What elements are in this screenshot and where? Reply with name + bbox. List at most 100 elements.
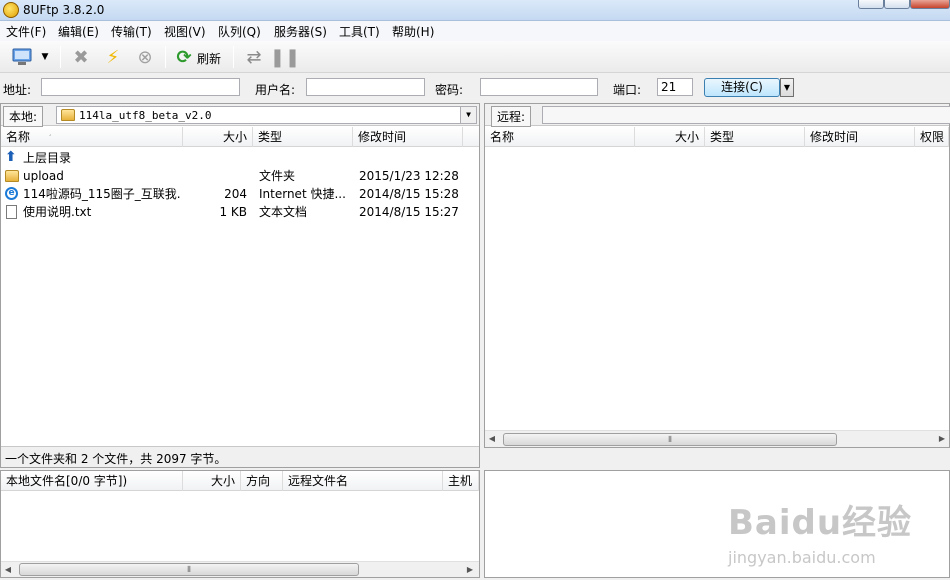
local-path-row: 本地: 114la_utf8_beta_v2.0 ▼ — [1, 104, 479, 127]
local-status-bar: 一个文件夹和 2 个文件，共 2097 字节。 — [1, 446, 479, 467]
scroll-left-icon[interactable]: ◀ — [485, 432, 499, 446]
local-col-modified[interactable]: 修改时间 — [353, 127, 463, 147]
username-label: 用户名: — [255, 83, 296, 97]
chevron-down-icon: ▼ — [466, 110, 471, 119]
scroll-thumb[interactable]: ⦀ — [503, 433, 837, 446]
remote-horizontal-scrollbar[interactable]: ◀ ⦀ ▶ — [485, 430, 949, 447]
connection-bar: 地址: 用户名: 密码: 端口: 21 连接(C) ▼ — [0, 74, 950, 102]
file-name: 使用说明.txt — [23, 205, 92, 219]
menu-bar: 文件(F) 编辑(E) 传输(T) 视图(V) 队列(Q) 服务器(S) 工具(… — [0, 21, 950, 41]
connect-button[interactable]: 连接(C) — [704, 78, 780, 97]
file-size: 204 — [224, 187, 247, 201]
menu-view[interactable]: 视图(V) — [164, 23, 206, 40]
remote-col-modified[interactable]: 修改时间 — [805, 127, 915, 147]
queue-col-remote-name[interactable]: 远程文件名 — [283, 471, 443, 491]
transfer-toggle-button[interactable]: ⇄ — [242, 45, 266, 69]
minimize-button[interactable] — [858, 0, 884, 9]
connect-dropdown[interactable]: ▼ — [780, 78, 794, 97]
local-col-type[interactable]: 类型 — [253, 127, 353, 147]
menu-queue[interactable]: 队列(Q) — [218, 23, 261, 40]
toolbar-separator — [60, 46, 61, 68]
queue-col-host[interactable]: 主机 — [443, 471, 479, 491]
local-header: 名称 ˊ 大小 类型 修改时间 — [1, 127, 479, 147]
queue-horizontal-scrollbar[interactable]: ◀ ⦀ ▶ — [1, 561, 479, 577]
text-file-icon — [6, 205, 17, 219]
file-modified: 2015/1/23 12:28 — [359, 169, 459, 183]
toolbar-separator — [233, 46, 234, 68]
password-input[interactable] — [480, 78, 598, 96]
menu-file[interactable]: 文件(F) — [6, 23, 46, 40]
scroll-right-icon[interactable]: ▶ — [463, 563, 477, 577]
site-manager-dropdown[interactable]: ▼ — [38, 45, 52, 69]
refresh-button[interactable]: ⟳ — [172, 45, 196, 69]
menu-server[interactable]: 服务器(S) — [274, 23, 327, 40]
refresh-icon: ⟳ — [176, 46, 192, 68]
local-path-dropdown[interactable]: ▼ — [460, 107, 476, 123]
local-path-value: 114la_utf8_beta_v2.0 — [79, 109, 212, 122]
chevron-down-icon: ▼ — [783, 83, 791, 92]
file-type: 文件夹 — [259, 169, 296, 183]
baidu-watermark: Baidu经验 jingyan.baidu.com — [728, 495, 912, 567]
scroll-left-icon[interactable]: ◀ — [1, 563, 15, 577]
local-path-combo[interactable]: 114la_utf8_beta_v2.0 ▼ — [56, 106, 477, 124]
pause-button[interactable]: ❚❚ — [269, 45, 301, 69]
menu-edit[interactable]: 编辑(E) — [58, 23, 99, 40]
lightning-icon: ⚡ — [106, 46, 120, 68]
scroll-thumb[interactable]: ⦀ — [19, 563, 359, 576]
remote-col-type[interactable]: 类型 — [705, 127, 805, 147]
menu-tools[interactable]: 工具(T) — [339, 23, 380, 40]
folder-icon — [61, 109, 75, 121]
window-title: 8UFtp 3.8.2.0 — [23, 3, 105, 17]
menu-transfer[interactable]: 传输(T) — [111, 23, 152, 40]
stop-button[interactable]: ⊗ — [133, 45, 157, 69]
table-row[interactable]: e 114啦源码_115圈子_互联我... 204 Internet 快捷...… — [1, 185, 479, 203]
remote-header: 名称 大小 类型 修改时间 权限 — [485, 127, 949, 147]
address-input[interactable] — [41, 78, 240, 96]
file-modified: 2014/8/15 15:28 — [359, 187, 459, 201]
file-size — [183, 167, 247, 185]
port-input[interactable]: 21 — [657, 78, 693, 96]
internet-shortcut-icon: e — [5, 187, 18, 200]
queue-col-local-name[interactable]: 本地文件名[0/0 字节]) — [1, 471, 183, 491]
table-row[interactable]: 使用说明.txt 1 KB 文本文档 2014/8/15 15:27 — [1, 203, 479, 221]
local-label: 本地: — [3, 106, 44, 127]
site-manager-button[interactable] — [10, 45, 34, 69]
remote-col-size[interactable]: 大小 — [635, 127, 705, 147]
refresh-label[interactable]: 刷新 — [197, 50, 221, 67]
pause-icon: ❚❚ — [269, 46, 301, 68]
file-modified: 2014/8/15 15:27 — [359, 205, 459, 219]
file-type: Internet 快捷... — [259, 187, 346, 201]
queue-col-size[interactable]: 大小 — [183, 471, 241, 491]
address-label: 地址: — [3, 83, 32, 97]
close-button[interactable] — [910, 0, 950, 9]
chevron-down-icon: ▼ — [41, 52, 49, 62]
remote-col-permissions[interactable]: 权限 — [915, 127, 949, 147]
remote-path-combo[interactable] — [542, 106, 950, 124]
remote-path-row: 远程: — [485, 104, 950, 127]
local-status-text: 一个文件夹和 2 个文件，共 2097 字节。 — [5, 452, 227, 466]
scroll-right-icon[interactable]: ▶ — [935, 432, 949, 446]
parent-dir-row[interactable]: ⬆ 上层目录 — [1, 149, 479, 167]
maximize-button[interactable] — [884, 0, 910, 9]
local-panel: 本地: 114la_utf8_beta_v2.0 ▼ 名称 ˊ 大小 类型 修改… — [0, 103, 480, 468]
app-logo-icon — [3, 2, 19, 18]
file-name: upload — [23, 169, 64, 183]
remote-col-name[interactable]: 名称 — [485, 127, 635, 147]
file-type: 文本文档 — [259, 205, 308, 219]
password-label: 密码: — [435, 83, 464, 97]
menu-help[interactable]: 帮助(H) — [392, 23, 434, 40]
queue-col-direction[interactable]: 方向 — [241, 471, 283, 491]
file-name: 114啦源码_115圈子_互联我... — [23, 187, 181, 201]
toolbar: ▼ ✖ ⚡ ⊗ ⟳ 刷新 ⇄ ❚❚ — [0, 41, 950, 73]
queue-panel: 本地文件名[0/0 字节]) 大小 方向 远程文件名 主机 ◀ ⦀ ▶ — [0, 470, 480, 578]
computer-icon — [12, 48, 32, 65]
table-row[interactable]: upload 文件夹 2015/1/23 12:28 — [1, 167, 479, 185]
disconnect-x-icon: ✖ — [73, 46, 89, 68]
folder-icon — [5, 170, 19, 182]
disconnect-button[interactable]: ✖ — [69, 45, 93, 69]
username-input[interactable] — [306, 78, 425, 96]
cancel-circle-icon: ⊗ — [137, 46, 153, 68]
quick-connect-button[interactable]: ⚡ — [101, 45, 125, 69]
local-col-name[interactable]: 名称 ˊ — [1, 127, 183, 147]
local-col-size[interactable]: 大小 — [183, 127, 253, 147]
